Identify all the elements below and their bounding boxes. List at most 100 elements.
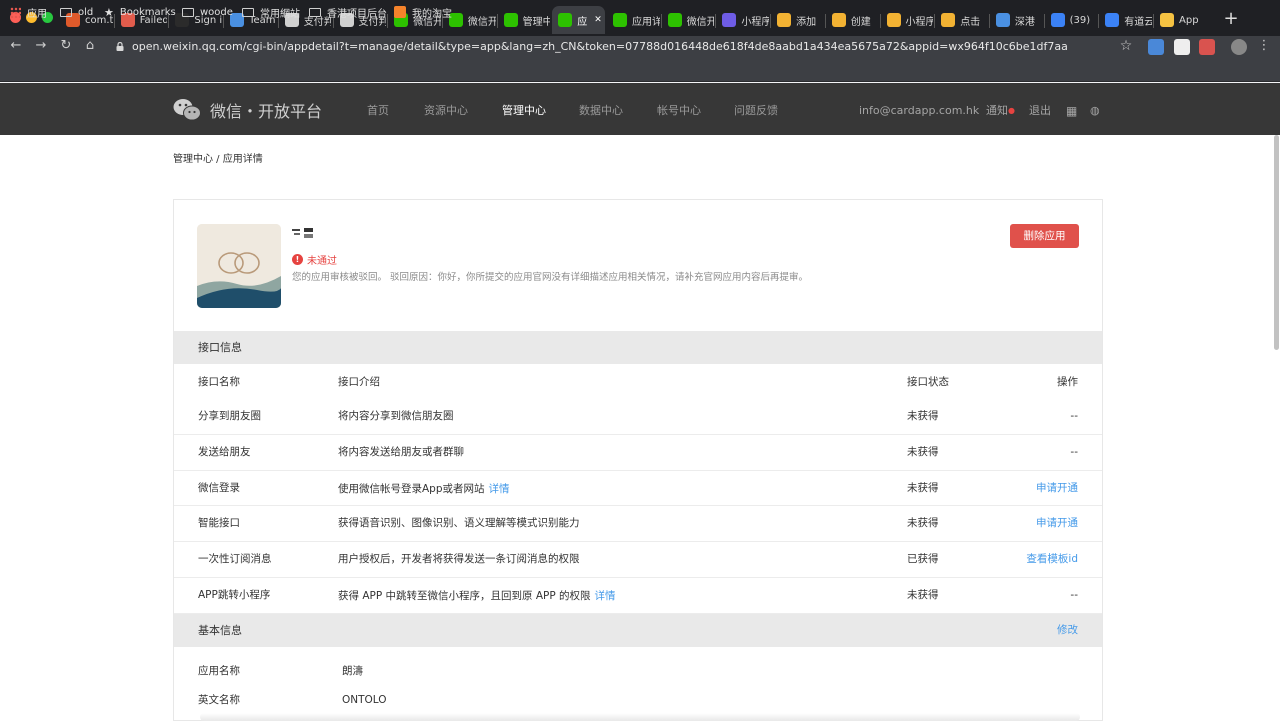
browser-tab-label: 微信开 [686, 16, 715, 28]
tab-separator [1098, 14, 1100, 28]
reload-icon[interactable]: ↻ [58, 38, 74, 54]
globe-icon[interactable]: ◍ [1090, 101, 1100, 121]
app-name-image [292, 228, 313, 238]
home-icon[interactable]: ⌂ [82, 38, 98, 54]
user-email[interactable]: info@cardapp.com.hk [859, 101, 979, 121]
bookmark-woode[interactable]: woode [182, 4, 233, 20]
browser-tab[interactable]: 应用详 [607, 6, 660, 34]
tab-separator [496, 14, 498, 28]
tab-separator [770, 14, 772, 28]
browser-tab[interactable]: 管理中 [498, 6, 550, 34]
interface-name: 发送给朋友 [198, 445, 251, 458]
interface-row: APP跳转小程序 获得 APP 中跳转至微信小程序，且回到原 APP 的权限 详情 未… [174, 578, 1102, 614]
scrollbar[interactable] [1274, 135, 1279, 350]
back-icon[interactable]: ← [8, 38, 24, 54]
bookmark-apps[interactable]: 应用 [10, 4, 47, 20]
interface-action-link[interactable]: 查看模板id [1026, 542, 1078, 578]
interface-section-header: 接口信息 [174, 331, 1102, 364]
nav-home[interactable]: 首页 [367, 101, 389, 121]
tab-separator [1153, 14, 1154, 28]
interface-desc: 获得语音识别、图像识别、语义理解等模式识别能力 [338, 517, 580, 530]
detail-link[interactable]: 详情 [595, 590, 616, 602]
nav-manage[interactable]: 管理中心 [502, 101, 546, 121]
tab-separator [879, 14, 881, 28]
browser-tab[interactable]: 创建 [826, 6, 879, 34]
interface-state: 未获得 [907, 481, 939, 494]
browser-tab-label: 小程序 [741, 16, 770, 28]
detail-link[interactable]: 详情 [489, 483, 510, 495]
nav-feedback[interactable]: 问题反馈 [734, 101, 778, 121]
folder-icon [182, 7, 194, 17]
app-icon [197, 224, 281, 308]
interface-row: 微信登录 使用微信帐号登录App或者网站 详情 未获得 申请开通 [174, 471, 1102, 507]
delete-app-button[interactable]: 删除应用 [1010, 224, 1079, 248]
grid-icon [941, 13, 956, 27]
interface-row: 发送给朋友 将内容发送给朋友或者群聊 未获得 -- [174, 435, 1102, 471]
taobao-icon [394, 6, 406, 18]
avatar[interactable] [1231, 39, 1247, 55]
browser-tab[interactable]: 有道云 [1099, 6, 1152, 34]
wechat-icon [503, 13, 518, 27]
interface-name: 智能接口 [198, 517, 240, 530]
interface-action-link[interactable]: 申请开通 [1036, 471, 1078, 507]
bookmark-bookmarks[interactable]: ★ Bookmarks [104, 4, 176, 20]
interface-row: 一次性订阅消息 用户授权后，开发者将获得发送一条订阅消息的权限 已获得 查看模板id [174, 542, 1102, 578]
browser-tab[interactable]: 小程序 [881, 6, 933, 34]
tab-separator [1043, 14, 1045, 28]
tab-separator [387, 14, 389, 28]
interface-table-header: 接口名称 接口介绍 接口状态 操作 [198, 376, 1078, 388]
new-tab-button[interactable]: + [1220, 8, 1242, 30]
wechat-icon [558, 13, 573, 27]
address-bar[interactable]: open.weixin.qq.com/cgi-bin/appdetail?t=m… [132, 37, 1162, 57]
wechat-icon [613, 13, 627, 27]
site-logo[interactable]: 微信・开放平台 [173, 96, 322, 124]
grid-extension-icon[interactable] [1174, 39, 1190, 55]
translate-extension-icon[interactable] [1148, 39, 1164, 55]
browser-tab[interactable]: 微信开 [662, 6, 715, 34]
tab-separator [934, 14, 936, 28]
browser-tab-label: 深港 [1014, 16, 1035, 28]
miniapp-icon [722, 13, 737, 27]
nav-account[interactable]: 帐号中心 [657, 101, 701, 121]
browser-tab[interactable]: 深港 [990, 6, 1043, 34]
breadcrumb: 管理中心 / 应用详情 [173, 154, 263, 165]
edit-basic-info-link[interactable]: 修改 [1057, 614, 1078, 647]
grid-icon [886, 13, 901, 27]
nav-resources[interactable]: 资源中心 [424, 101, 468, 121]
interface-action-link[interactable]: 申请开通 [1036, 506, 1078, 542]
forward-icon[interactable]: → [33, 38, 49, 54]
bookmark-old[interactable]: old [60, 4, 93, 20]
logout-link[interactable]: 退出 [1029, 101, 1051, 121]
close-tab-icon[interactable]: ✕ [594, 15, 602, 25]
interface-state: 未获得 [907, 589, 939, 601]
browser-tab[interactable]: App [1154, 6, 1207, 34]
adblock-extension-icon[interactable] [1199, 39, 1215, 55]
browser-tab-label: 添加 [796, 16, 817, 28]
browser-tab-label: 微信开 [467, 16, 496, 28]
interface-row: 分享到朋友圈 将内容分享到微信朋友圈 未获得 -- [174, 399, 1102, 435]
tab-separator [660, 14, 662, 28]
browser-tab[interactable]: 点击 [935, 6, 988, 34]
youdao-icon [1105, 13, 1120, 27]
bookmark-common[interactable]: 常用網站 [242, 4, 300, 20]
tab-separator [715, 14, 717, 28]
browser-tab[interactable]: (39) [1045, 6, 1098, 34]
alert-icon: ! [292, 254, 303, 265]
star-icon[interactable]: ☆ [1118, 38, 1134, 54]
browser-tab[interactable]: 应 ✕ [552, 6, 605, 34]
bookmark-hk-admin[interactable]: 香港项目后台 [309, 4, 387, 20]
basic-section-header: 基本信息 修改 [174, 614, 1102, 647]
notify-dot-icon: ● [1008, 106, 1015, 115]
bookmark-taobao[interactable]: 我的淘宝 [394, 4, 452, 20]
more-menu-icon[interactable]: ⋮ [1256, 38, 1272, 54]
browser-tab[interactable]: 添加 [771, 6, 824, 34]
browser-tab-label: 有道云 [1124, 16, 1152, 28]
interface-state: 未获得 [907, 445, 939, 458]
nav-data[interactable]: 数据中心 [579, 101, 623, 121]
interface-desc: 获得 APP 中跳转至微信小程序，且回到原 APP 的权限 详情 [338, 578, 616, 615]
f-icon [1160, 13, 1174, 27]
qrcode-icon[interactable]: ▦ [1066, 101, 1077, 121]
status-badge: ! 未通过 [292, 252, 337, 267]
browser-tab[interactable]: 小程序 [716, 6, 769, 34]
notify-link[interactable]: 通知● [986, 101, 1015, 121]
